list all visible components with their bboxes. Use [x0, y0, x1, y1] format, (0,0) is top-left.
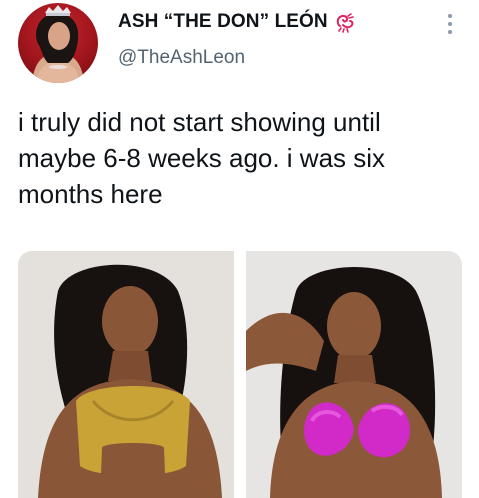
author-handle[interactable]: @TheAshLeon	[118, 47, 245, 69]
profile-avatar[interactable]	[18, 3, 98, 83]
scorpion-emoji-icon	[334, 11, 356, 33]
more-dot	[448, 14, 452, 18]
tweet-media	[18, 251, 462, 498]
tweet-photo-1[interactable]	[18, 251, 234, 498]
more-dot	[448, 22, 452, 26]
author-display-name[interactable]: ASH “THE DON” LEÓN	[118, 11, 328, 33]
more-dot	[448, 30, 452, 34]
tweet-photo-2[interactable]	[246, 251, 462, 498]
tweet-text: i truly did not start showing until mayb…	[18, 107, 386, 209]
more-options-icon[interactable]	[440, 9, 460, 39]
